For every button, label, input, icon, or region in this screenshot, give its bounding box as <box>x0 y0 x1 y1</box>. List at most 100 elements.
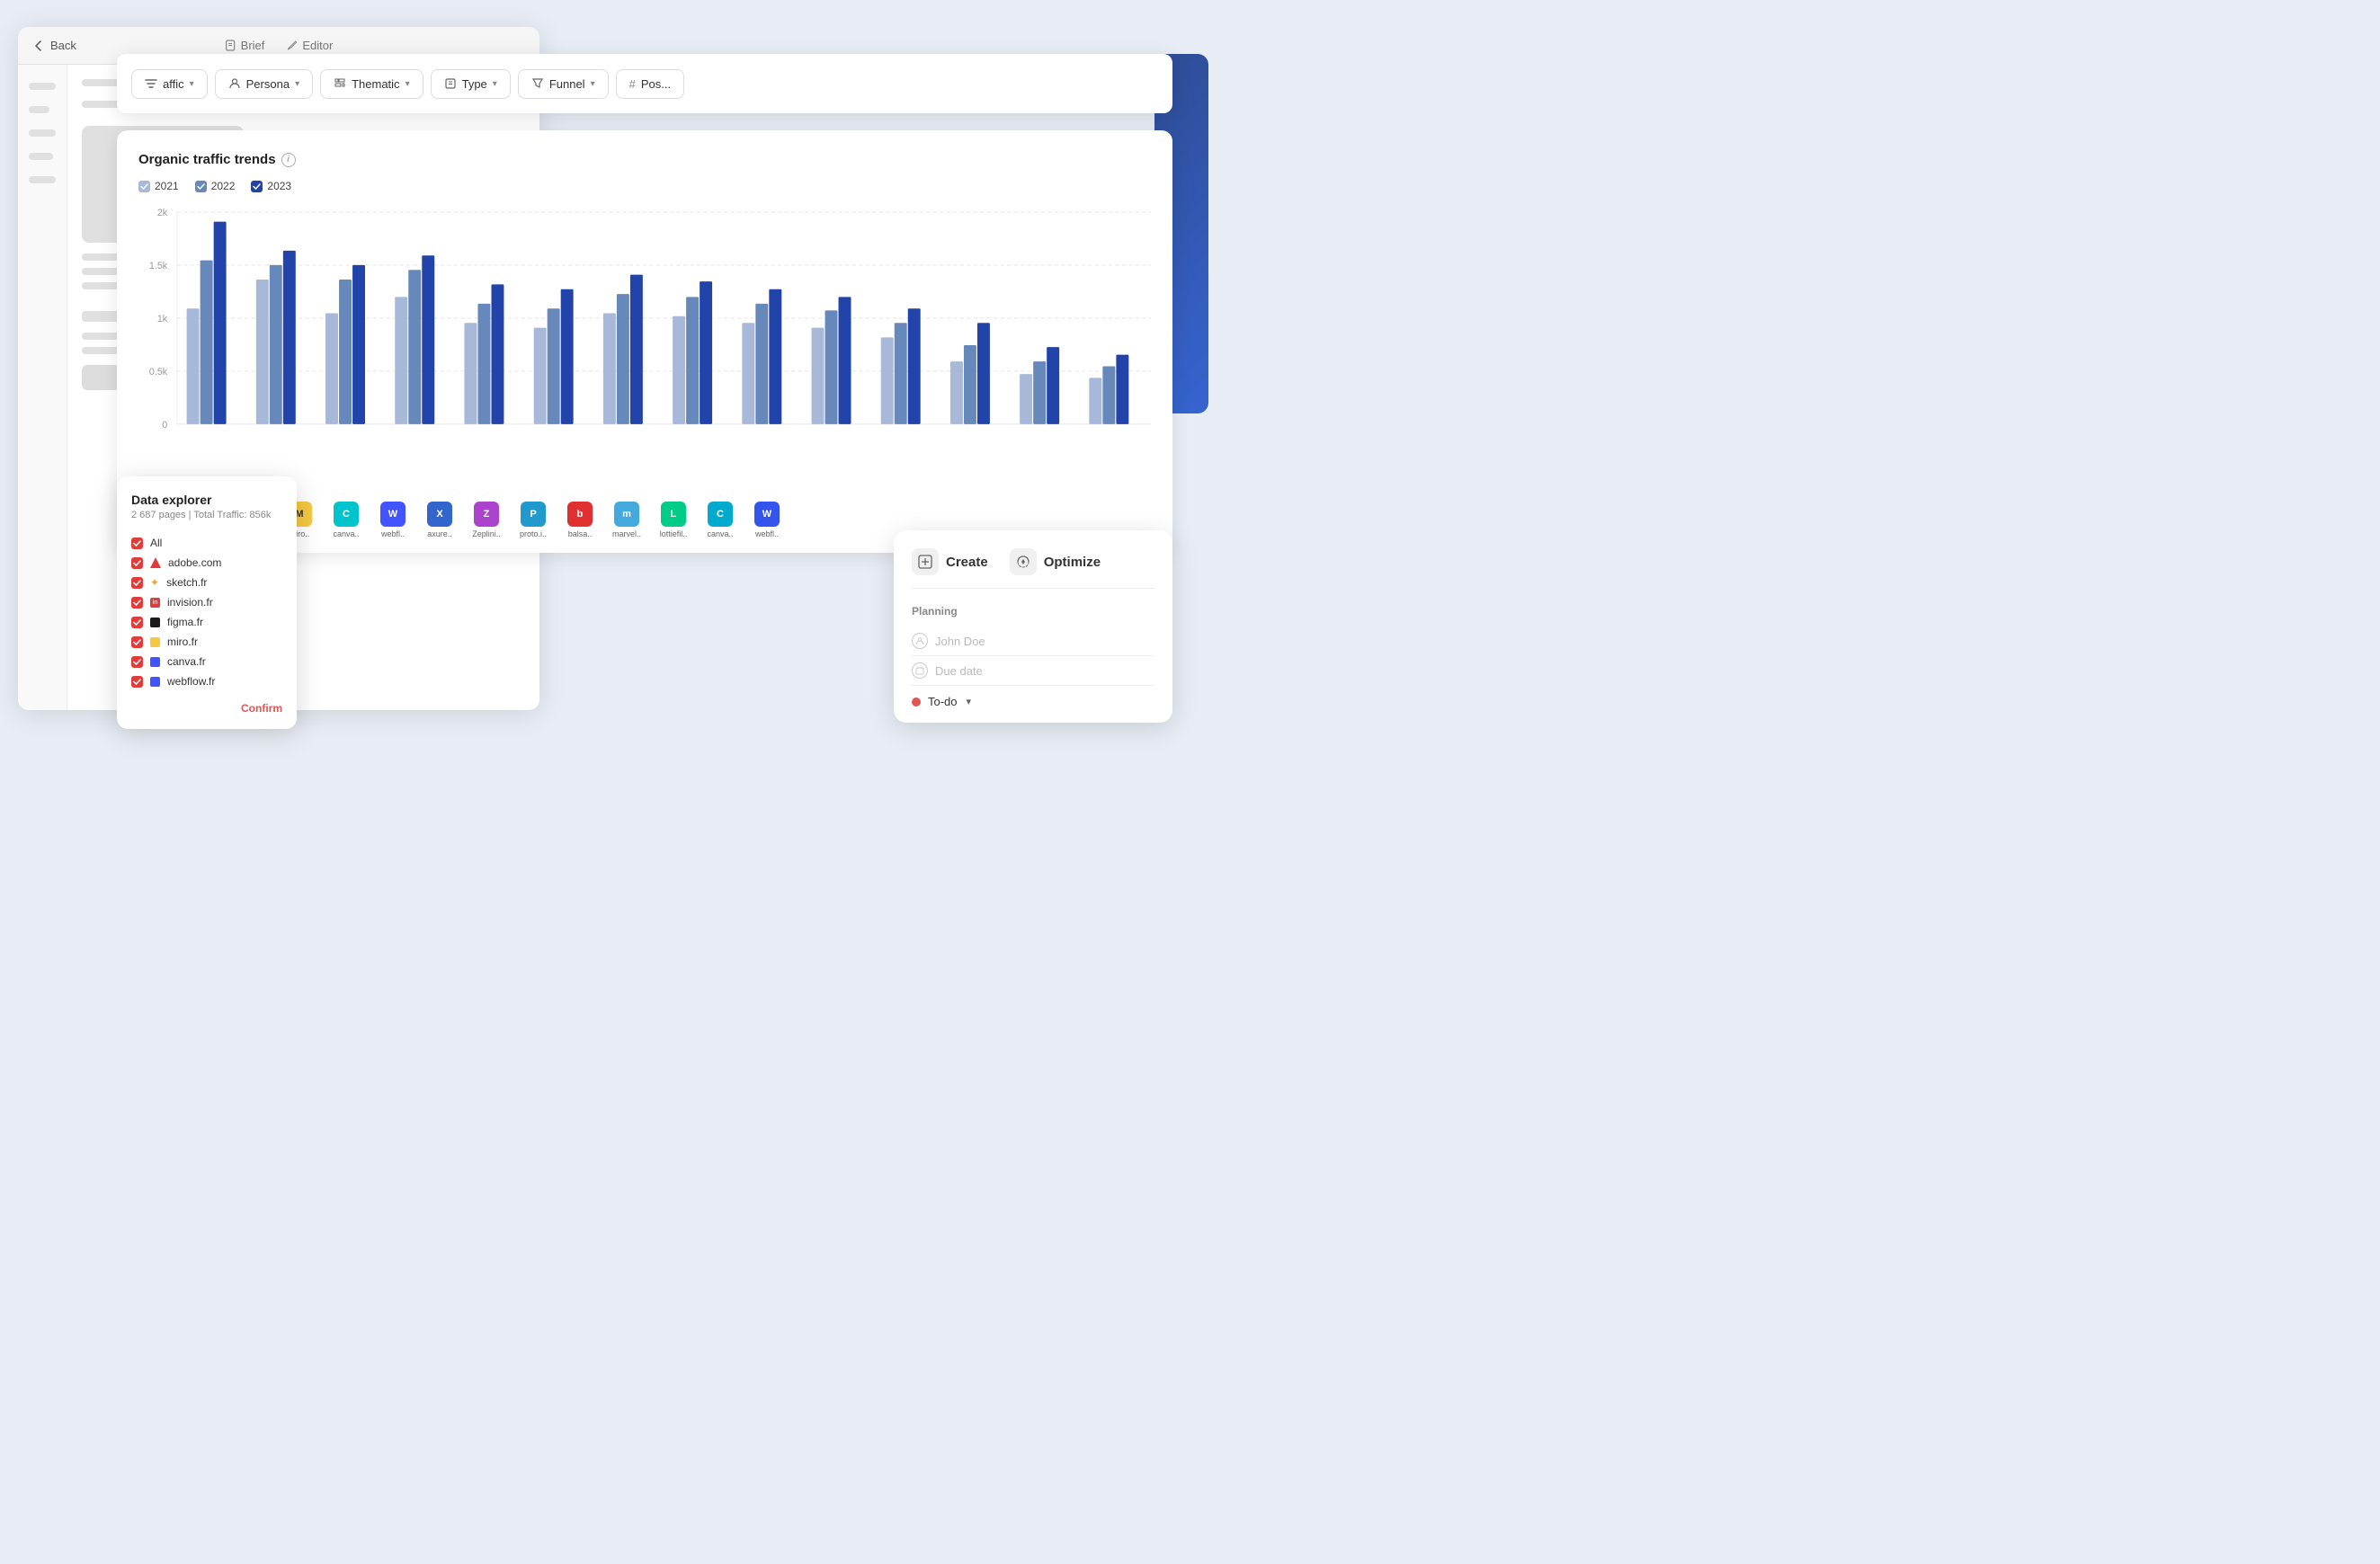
funnel-label: Funnel <box>549 77 585 91</box>
tab-editor[interactable]: Editor <box>286 39 333 52</box>
legend-2021: 2021 <box>138 180 179 192</box>
webflow-label: webfl.. <box>381 529 405 538</box>
confirm-button[interactable]: Confirm <box>241 702 282 715</box>
john-doe-label: John Doe <box>935 635 985 648</box>
action-tabs: Create Optimize <box>912 548 1154 589</box>
filter-type[interactable]: Type ▾ <box>431 69 511 99</box>
balsa-logo: b <box>567 502 593 527</box>
de-item-figma[interactable]: figma.fr <box>131 612 282 632</box>
sidebar-item <box>29 153 53 160</box>
planning-row-date[interactable]: Due date <box>912 656 1154 686</box>
back-button[interactable]: Back <box>32 39 76 52</box>
miro-dot <box>150 637 160 647</box>
figma-dot <box>150 618 160 627</box>
tab-create[interactable]: Create <box>912 548 988 575</box>
legend-2022: 2022 <box>195 180 236 192</box>
info-icon[interactable]: i <box>281 153 296 167</box>
filter-icon <box>145 77 157 90</box>
proto-logo: P <box>521 502 546 527</box>
canva2-label: canva.. <box>707 529 733 538</box>
tab-optimize[interactable]: Optimize <box>1010 548 1101 575</box>
brand-webflow: W webfl.. <box>372 502 414 538</box>
adobe-icon <box>150 557 161 568</box>
optimize-label: Optimize <box>1044 555 1101 570</box>
de-label-sketch: sketch.fr <box>166 576 207 589</box>
de-item-miro[interactable]: miro.fr <box>131 632 282 652</box>
de-item-sketch[interactable]: ✦ sketch.fr <box>131 573 282 592</box>
brand-marvel: m marvel.. <box>606 502 647 538</box>
svg-text:1k: 1k <box>157 314 168 324</box>
canva-label: canva.. <box>333 529 359 538</box>
de-checkbox-invision <box>131 597 143 609</box>
lottie-logo: L <box>661 502 686 527</box>
status-dot-red <box>912 698 921 706</box>
legend-checkbox-2022 <box>195 181 207 192</box>
planning-row-user[interactable]: John Doe <box>912 626 1154 656</box>
brand-proto: P proto.i.. <box>513 502 554 538</box>
optimize-tab-icon <box>1010 548 1037 575</box>
tab-brief[interactable]: Brief <box>225 39 265 52</box>
axure-label: axure.. <box>427 529 452 538</box>
de-item-adobe[interactable]: adobe.com <box>131 553 282 573</box>
de-label-invision: invision.fr <box>167 596 213 609</box>
action-panel: Create Optimize Planning John Doe <box>894 530 1172 723</box>
proto-label: proto.i.. <box>520 529 547 538</box>
brand-canva2: C canva.. <box>700 502 741 538</box>
svg-text:2k: 2k <box>157 208 168 218</box>
status-label: To-do <box>928 695 958 708</box>
editor-icon <box>286 40 298 51</box>
zeplin-label: Zeplini.. <box>472 529 501 538</box>
hash-icon: # <box>629 77 636 91</box>
chart-title-text: Organic traffic trends <box>138 152 276 167</box>
chart-legend: 2021 2022 2023 <box>138 180 1151 192</box>
chevron-icon: ▾ <box>190 79 194 89</box>
brand-lottie: L lottiefil.. <box>653 502 694 538</box>
sketch-dot: ✦ <box>150 576 159 589</box>
filter-traffic[interactable]: affic ▾ <box>131 69 208 99</box>
legend-label-2022: 2022 <box>211 180 236 192</box>
filter-thematic[interactable]: Thematic ▾ <box>320 69 423 99</box>
marvel-logo: m <box>614 502 639 527</box>
data-explorer-subtitle: 2 687 pages | Total Traffic: 856k <box>131 510 282 520</box>
chart-area: 2k 1.5k 1k 0.5k 0 <box>138 207 1151 458</box>
chevron-icon: ▾ <box>406 79 410 89</box>
back-arrow-icon <box>32 40 45 52</box>
chevron-icon: ▾ <box>493 79 497 89</box>
filter-position[interactable]: # Pos... <box>616 69 684 99</box>
brand-balsa: b balsa.. <box>559 502 601 538</box>
de-checkbox-figma <box>131 617 143 628</box>
legend-checkbox-2023 <box>251 181 263 192</box>
filter-funnel[interactable]: Funnel ▾ <box>518 69 609 99</box>
legend-2023: 2023 <box>251 180 291 192</box>
de-item-all[interactable]: All <box>131 533 282 553</box>
svg-text:0: 0 <box>162 420 167 431</box>
editor-label: Editor <box>302 39 333 52</box>
de-checkbox-sketch <box>131 577 143 589</box>
planning-label: Planning <box>912 605 1154 618</box>
de-item-invision[interactable]: in invision.fr <box>131 592 282 612</box>
de-item-webflow[interactable]: webflow.fr <box>131 671 282 691</box>
status-chevron-icon: ▾ <box>967 696 972 707</box>
planning-section: Planning John Doe Due date To-do ▾ <box>912 605 1154 708</box>
thematic-icon <box>334 77 346 90</box>
thematic-label: Thematic <box>352 77 399 91</box>
create-label: Create <box>946 555 988 570</box>
legend-label-2021: 2021 <box>155 180 179 192</box>
status-row[interactable]: To-do ▾ <box>912 686 1154 708</box>
webflow2-logo: W <box>754 502 780 527</box>
de-item-canva[interactable]: canva.fr <box>131 652 282 671</box>
calendar-icon <box>912 662 928 679</box>
filter-persona[interactable]: Persona ▾ <box>215 69 313 99</box>
back-label: Back <box>50 39 76 52</box>
sidebar-item <box>29 106 49 113</box>
legend-checkbox-2021 <box>138 181 150 192</box>
lottie-label: lottiefil.. <box>660 529 688 538</box>
canva-dot <box>150 657 160 667</box>
data-explorer-panel: Data explorer 2 687 pages | Total Traffi… <box>117 476 297 729</box>
sidebar-item <box>29 176 56 183</box>
de-label-webflow: webflow.fr <box>167 675 215 688</box>
de-checkbox-all <box>131 538 143 549</box>
brand-axure: X axure.. <box>419 502 460 538</box>
invision-dot: in <box>150 598 160 608</box>
balsa-label: balsa.. <box>568 529 593 538</box>
